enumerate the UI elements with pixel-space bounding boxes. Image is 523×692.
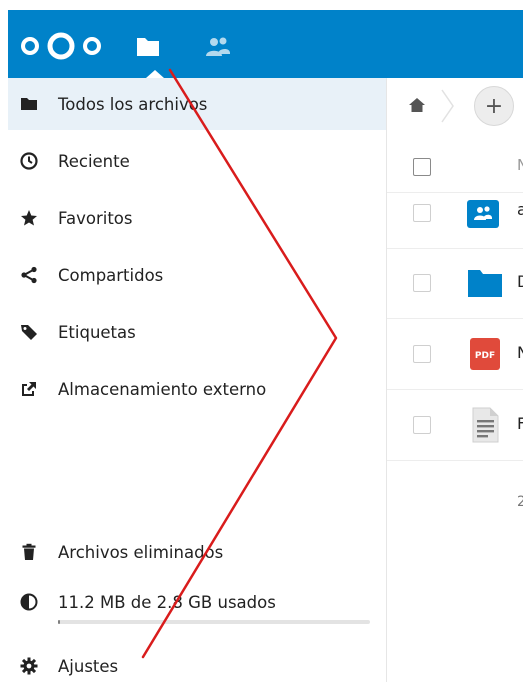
table-row[interactable]: PDF N <box>387 319 523 390</box>
quota-progress-fill <box>58 620 60 624</box>
sidebar-item-recent[interactable]: Reciente <box>8 135 386 187</box>
file-name[interactable]: D <box>517 272 523 291</box>
sidebar-item-label: Almacenamiento externo <box>58 379 267 399</box>
file-name[interactable]: F <box>517 414 523 433</box>
sidebar-item-label: Reciente <box>58 151 130 171</box>
table-row[interactable]: D <box>387 248 523 319</box>
file-list-header: N <box>387 140 523 193</box>
pdf-icon-text: PDF <box>475 351 495 361</box>
trash-icon <box>22 543 36 560</box>
tag-icon <box>21 325 37 340</box>
header-bar <box>8 10 523 78</box>
file-name[interactable]: N <box>517 343 523 362</box>
sidebar-item-tags[interactable]: Etiquetas <box>8 306 386 358</box>
files-app-icon[interactable] <box>134 34 162 60</box>
sidebar-item-label: Todos los archivos <box>58 94 208 114</box>
row-checkbox[interactable] <box>413 416 431 434</box>
sidebar-item-label: Compartidos <box>58 265 164 285</box>
nextcloud-logo-icon[interactable] <box>18 32 104 60</box>
sidebar-item-all-files[interactable]: Todos los archivos <box>8 78 386 130</box>
table-row[interactable]: a <box>387 192 523 249</box>
clock-icon <box>20 152 38 170</box>
external-storage-icon <box>22 382 36 396</box>
file-list-area: + N a D PDF N <box>387 78 523 682</box>
gear-icon <box>20 657 38 675</box>
sidebar-item-favorites[interactable]: Favoritos <box>8 192 386 244</box>
top-strip <box>0 0 523 10</box>
quota-label: 11.2 MB de 2.8 GB usados <box>58 592 276 612</box>
sidebar-item-shared[interactable]: Compartidos <box>8 249 386 301</box>
star-icon <box>21 210 37 226</box>
home-icon[interactable] <box>407 95 427 115</box>
file-name[interactable]: a <box>517 200 523 219</box>
table-row[interactable]: F <box>387 390 523 461</box>
quota-progress-bar <box>58 620 370 624</box>
share-icon <box>21 266 37 284</box>
plus-icon: + <box>484 93 504 119</box>
row-checkbox[interactable] <box>413 345 431 363</box>
breadcrumb-separator-icon <box>441 89 454 123</box>
new-button[interactable]: + <box>474 86 514 126</box>
sidebar-item-label: Etiquetas <box>58 322 136 342</box>
sidebar-item-label: Favoritos <box>58 208 133 228</box>
active-app-indicator <box>146 70 164 78</box>
shared-folder-icon <box>467 200 499 228</box>
sidebar-item-settings[interactable]: Ajustes <box>8 640 386 692</box>
folder-icon <box>21 98 37 110</box>
sidebar-item-external-storage[interactable]: Almacenamiento externo <box>8 363 386 415</box>
select-all-checkbox[interactable] <box>413 158 431 176</box>
row-checkbox[interactable] <box>413 204 431 222</box>
row-checkbox[interactable] <box>413 274 431 292</box>
sidebar-item-deleted-files[interactable]: Archivos eliminados <box>8 526 386 578</box>
quota-pie-icon <box>20 593 38 611</box>
file-list-summary: 2 <box>517 494 523 510</box>
breadcrumb: + <box>387 78 523 134</box>
column-header-name[interactable]: N <box>517 156 523 174</box>
sidebar-item-label: Archivos eliminados <box>58 542 224 562</box>
folder-icon <box>468 270 502 297</box>
text-document-icon <box>472 407 499 443</box>
contacts-app-icon[interactable] <box>204 34 232 60</box>
pdf-icon: PDF <box>470 338 500 370</box>
sidebar-item-label: Ajustes <box>58 656 119 676</box>
sidebar: Todos los archivos Reciente Favoritos Co… <box>8 78 387 682</box>
